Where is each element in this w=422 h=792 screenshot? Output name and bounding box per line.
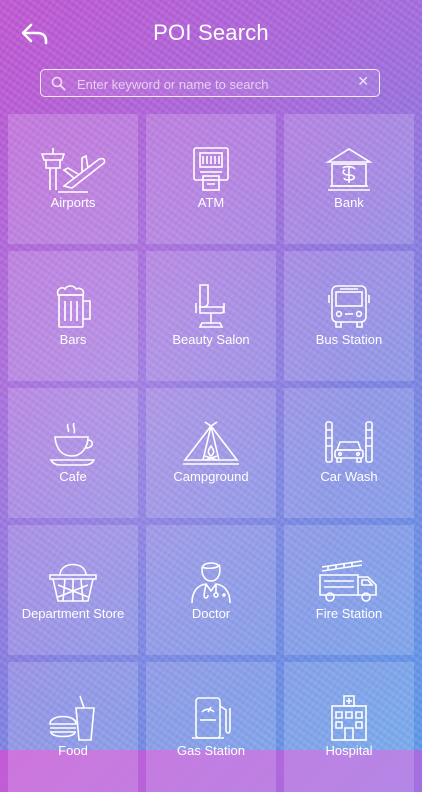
tile-fire-station[interactable]: Fire Station [284, 525, 414, 655]
tile-campground[interactable]: Campground [146, 388, 276, 518]
page-title: POI Search [153, 20, 269, 45]
tile-hospital[interactable]: Hospital [284, 662, 414, 792]
search-icon [51, 76, 66, 91]
tile-label: Food [58, 743, 88, 758]
tile-beauty-salon[interactable]: Beauty Salon [146, 251, 276, 381]
tile-food[interactable]: Food [8, 662, 138, 792]
salon-chair-icon [195, 284, 225, 328]
tile-label: Bank [334, 195, 364, 210]
tile-atm[interactable]: ATM [146, 114, 276, 244]
tent-icon [183, 421, 239, 465]
airport-icon [40, 148, 106, 193]
tile-department-store[interactable]: Department Store [8, 525, 138, 655]
tile-label: ATM [197, 195, 225, 210]
car-wash-icon [325, 421, 373, 463]
poi-category-grid: Airports ATM Bank Bars Beauty Salon Bus … [8, 114, 414, 792]
atm-icon [193, 147, 229, 191]
tile-car-wash[interactable]: Car Wash [284, 388, 414, 518]
search-bar: ✕ [40, 69, 380, 98]
tile-label: Gas Station [177, 743, 245, 758]
tile-bars[interactable]: Bars [8, 251, 138, 381]
bank-icon [325, 148, 373, 191]
tile-airports[interactable]: Airports [8, 114, 138, 244]
fire-truck-icon [319, 560, 377, 602]
header: POI Search [0, 0, 422, 64]
tile-label: Hospital [325, 743, 373, 758]
tile-label: Bars [59, 332, 87, 347]
tile-bus-station[interactable]: Bus Station [284, 251, 414, 381]
beer-mug-icon [56, 285, 91, 328]
basket-icon [49, 563, 97, 602]
tile-label: Beauty Salon [172, 332, 250, 347]
tile-label: Doctor [191, 606, 231, 621]
tile-label: Car Wash [320, 469, 378, 484]
doctor-icon [191, 562, 231, 604]
tile-label: Fire Station [315, 606, 383, 621]
clear-icon[interactable]: ✕ [357, 74, 369, 90]
coffee-cup-icon [49, 422, 96, 466]
tile-doctor[interactable]: Doctor [146, 525, 276, 655]
tile-label: Campground [173, 469, 249, 484]
gas-pump-icon [192, 697, 231, 739]
tile-label: Bus Station [315, 332, 383, 347]
hospital-icon [331, 695, 367, 741]
tile-label: Department Store [21, 606, 125, 621]
tile-bank[interactable]: Bank [284, 114, 414, 244]
tile-gas-station[interactable]: Gas Station [146, 662, 276, 792]
food-icon [49, 695, 95, 741]
bus-icon [328, 285, 370, 328]
tile-cafe[interactable]: Cafe [8, 388, 138, 518]
search-input[interactable] [75, 70, 349, 98]
tile-label: Cafe [59, 469, 87, 484]
tile-label: Airports [50, 195, 96, 210]
